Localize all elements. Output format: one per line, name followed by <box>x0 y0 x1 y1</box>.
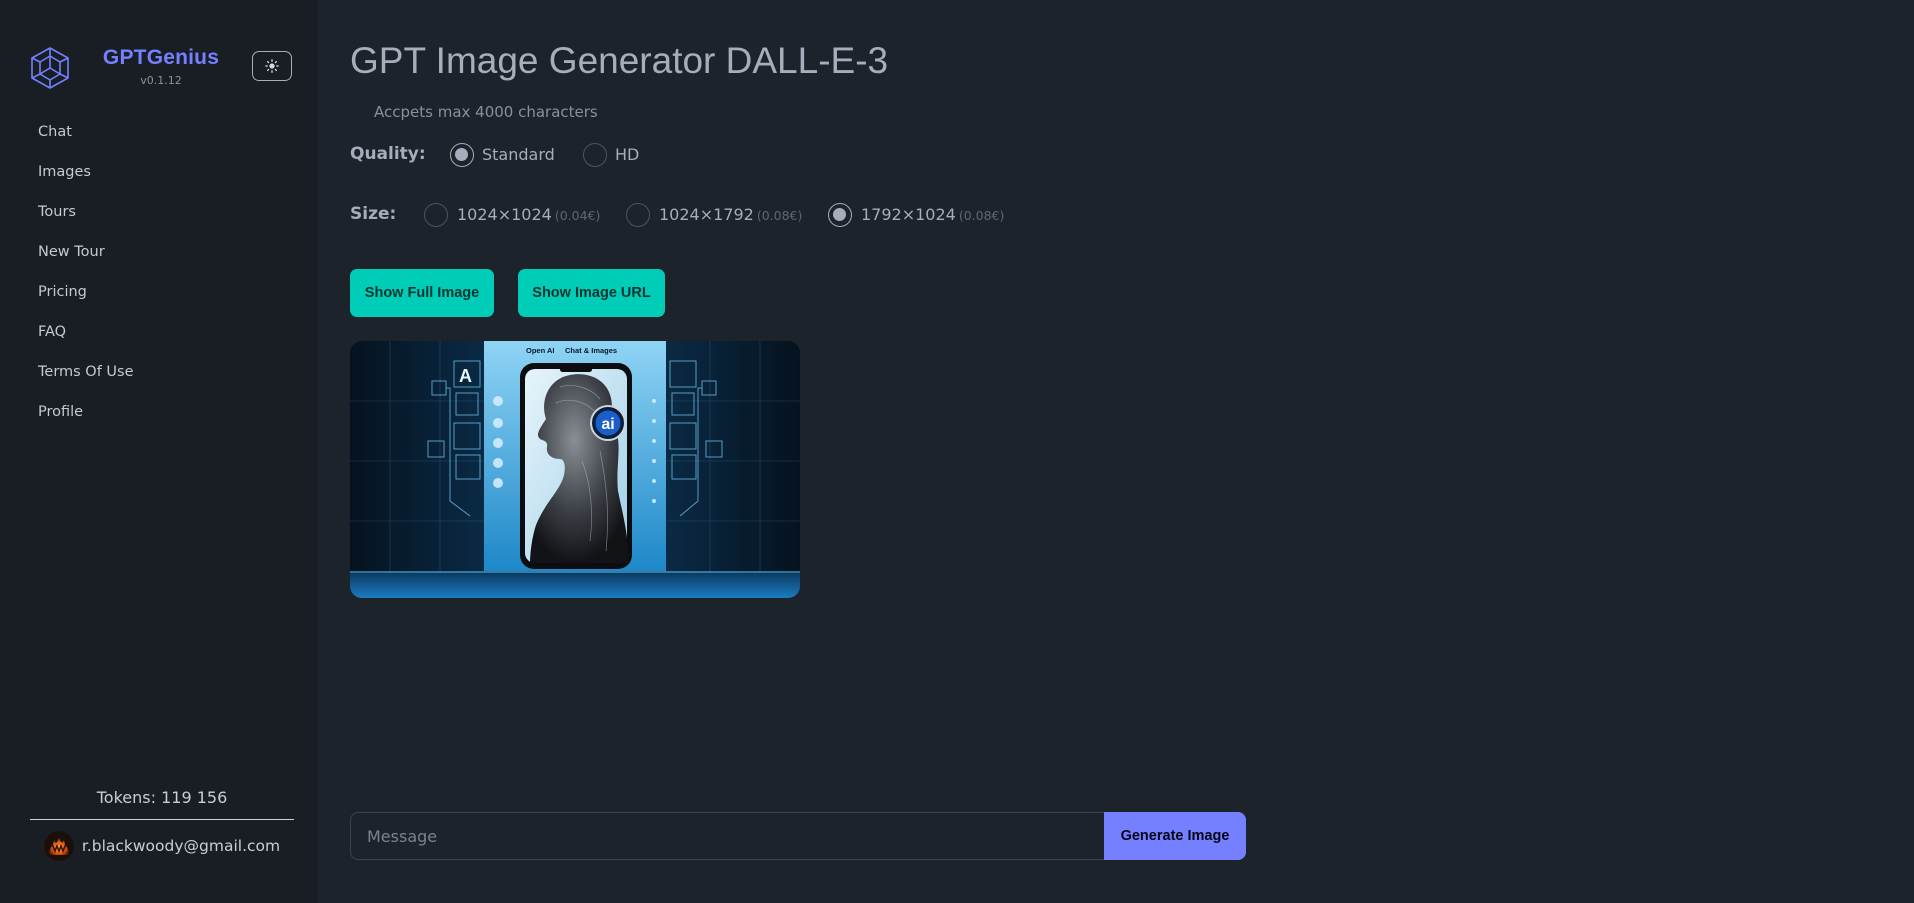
brand-version: v0.1.12 <box>140 74 182 87</box>
image-header-right: Chat & Images <box>565 346 617 355</box>
quality-option-hd-label: HD <box>615 145 640 164</box>
generated-image-illustration: A Open AI Chat & Images ai <box>350 341 800 598</box>
sidebar-nav: Chat Images Tours New Tour Pricing FAQ T… <box>22 112 292 432</box>
size-option-1024x1024-price: (0.04€) <box>554 208 601 223</box>
user-profile[interactable]: r.blackwoody@gmail.com <box>30 829 294 863</box>
generated-image[interactable]: A Open AI Chat & Images ai <box>350 341 800 598</box>
show-full-image-button[interactable]: Show Full Image <box>350 269 494 317</box>
sidebar-item-images[interactable]: Images <box>22 152 292 192</box>
size-radio-1024x1792[interactable] <box>626 203 650 227</box>
sidebar-item-new-tour[interactable]: New Tour <box>22 232 292 272</box>
sidebar-item-profile[interactable]: Profile <box>22 392 292 432</box>
quality-option-standard-label: Standard <box>482 145 555 164</box>
size-option-1024x1792-price: (0.08€) <box>756 208 803 223</box>
sidebar-item-pricing[interactable]: Pricing <box>22 272 292 312</box>
size-option-1024x1792: 1024×1792 (0.08€) <box>659 205 802 224</box>
size-radio-1024x1024[interactable] <box>424 203 448 227</box>
sidebar: GPTGenius v0.1.12 Chat Images Tours New … <box>0 0 318 903</box>
size-option-1024x1792-label: 1024×1792 <box>659 205 754 224</box>
sidebar-item-tours[interactable]: Tours <box>22 192 292 232</box>
image-header-left: Open AI <box>526 346 554 355</box>
size-option-1792x1024-price: (0.08€) <box>958 208 1005 223</box>
quality-radio-standard[interactable] <box>450 143 474 167</box>
svg-text:A: A <box>459 366 472 386</box>
sidebar-item-faq[interactable]: FAQ <box>22 312 292 352</box>
divider <box>30 819 294 820</box>
brand-name: GPTGenius <box>102 46 220 69</box>
user-email: r.blackwoody@gmail.com <box>81 837 281 855</box>
message-input[interactable] <box>350 812 1106 860</box>
show-image-url-button[interactable]: Show Image URL <box>518 269 665 317</box>
sidebar-item-chat[interactable]: Chat <box>22 112 292 152</box>
quality-radio-hd[interactable] <box>583 143 607 167</box>
size-label: Size: <box>350 204 397 224</box>
tokens-count: Tokens: 119 156 <box>96 788 228 807</box>
character-limit-hint: Accpets max 4000 characters <box>374 103 598 121</box>
image-ai-badge: ai <box>601 416 614 433</box>
size-option-1792x1024-label: 1792×1024 <box>861 205 956 224</box>
sun-icon <box>265 59 279 73</box>
theme-toggle-button[interactable] <box>252 51 292 81</box>
quality-label: Quality: <box>350 144 426 164</box>
size-radio-1792x1024[interactable] <box>828 203 852 227</box>
sidebar-item-terms-of-use[interactable]: Terms Of Use <box>22 352 292 392</box>
size-option-1024x1024: 1024×1024 (0.04€) <box>457 205 600 224</box>
size-option-1792x1024: 1792×1024 (0.08€) <box>861 205 1004 224</box>
generate-image-button[interactable]: Generate Image <box>1104 812 1246 860</box>
page-title: GPT Image Generator DALL-E-3 <box>350 40 889 81</box>
size-option-1024x1024-label: 1024×1024 <box>457 205 552 224</box>
logo-icon <box>31 47 69 89</box>
brand: GPTGenius v0.1.12 <box>92 46 230 87</box>
avatar <box>43 831 74 861</box>
